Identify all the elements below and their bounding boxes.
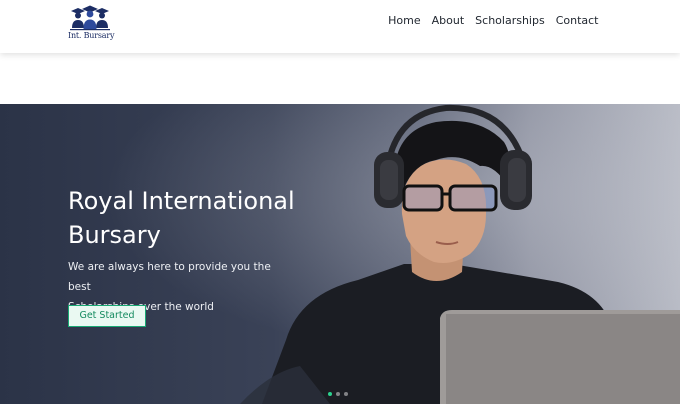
get-started-button[interactable]: Get Started <box>68 305 146 327</box>
hero-title-line2: Bursary <box>68 221 161 249</box>
site-header: Int. Bursary Home About Scholarships Con… <box>0 0 680 53</box>
hero-banner: Royal International Bursary We are alway… <box>0 104 680 404</box>
hero-title: Royal International Bursary <box>68 184 308 252</box>
carousel-dot-icon[interactable] <box>336 392 340 396</box>
carousel-dot-icon[interactable] <box>328 392 332 396</box>
nav-about[interactable]: About <box>426 14 470 28</box>
carousel-indicators <box>328 392 348 396</box>
nav-home[interactable]: Home <box>383 14 426 28</box>
hero-title-line1: Royal International <box>68 187 295 215</box>
carousel-dot-icon[interactable] <box>344 392 348 396</box>
student-with-headphones-photo <box>240 104 680 404</box>
main-nav: Home About Scholarships Contact <box>383 14 604 28</box>
students-graduation-icon <box>70 5 110 31</box>
hero-subtitle-line1: We are always here to provide you the be… <box>68 261 271 293</box>
nav-contact[interactable]: Contact <box>550 14 604 28</box>
nav-scholarships[interactable]: Scholarships <box>470 14 551 28</box>
brand-name: Int. Bursary <box>68 31 115 40</box>
brand-logo[interactable]: Int. Bursary <box>68 2 115 42</box>
